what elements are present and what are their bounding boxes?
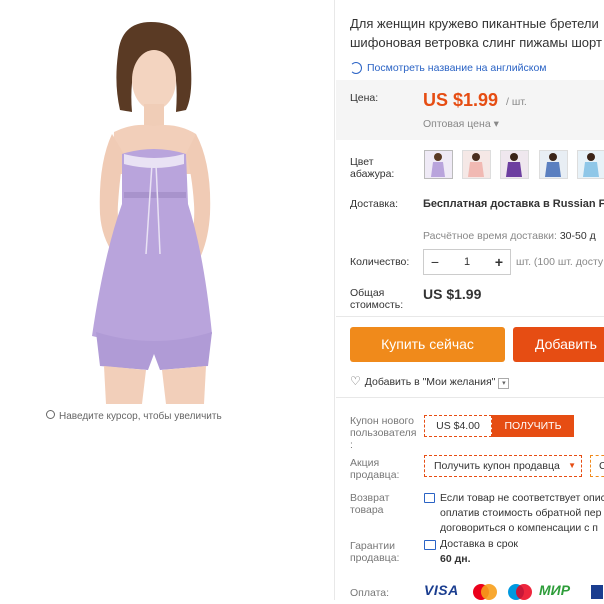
quantity-stepper: − 1 + — [423, 249, 511, 275]
maestro-icon — [505, 583, 535, 601]
color-swatch-violet[interactable] — [500, 150, 529, 179]
get-coupon-button[interactable]: ПОЛУЧИТЬ — [492, 415, 574, 437]
color-swatch-light-blue[interactable] — [577, 150, 604, 179]
buy-now-button[interactable]: Купить сейчас — [350, 327, 505, 362]
seller-coupon-extra[interactable]: С — [590, 455, 604, 477]
returns-icon — [424, 493, 435, 503]
payment-more-icon — [590, 583, 604, 601]
quantity-increase-button[interactable]: + — [488, 250, 510, 274]
visa-icon: VISA — [424, 582, 459, 598]
zoom-hint: Наведите курсор, чтобы увеличить — [46, 410, 222, 422]
get-seller-coupon-button[interactable]: Получить купон продавца ▼ — [424, 455, 582, 477]
chevron-down-icon[interactable]: ▾ — [498, 378, 510, 389]
wholesale-price-link[interactable]: Оптовая цена ▾ — [423, 118, 499, 130]
guarantee-label: Гарантии продавца: — [350, 540, 400, 564]
total-price: US $1.99 — [423, 286, 482, 302]
payment-label: Оплата: — [350, 587, 390, 599]
product-image[interactable] — [26, 14, 268, 404]
price-label: Цена: — [350, 92, 379, 104]
color-swatch-blue[interactable] — [539, 150, 568, 179]
color-swatch-purple[interactable] — [424, 150, 453, 179]
caret-down-icon: ▼ — [568, 461, 576, 470]
guarantee-text: Доставка в срок — [440, 538, 519, 550]
guarantee-days: 60 дн. — [440, 553, 471, 565]
total-label: Общая стоимость: — [350, 287, 404, 311]
heart-icon: ♡ — [350, 374, 361, 388]
product-title: Для женщин кружево пикантные бретели шиф… — [350, 16, 602, 50]
translate-icon — [350, 62, 362, 74]
delivery-guarantee-icon — [424, 540, 436, 550]
quantity-input[interactable]: 1 — [446, 250, 488, 274]
new-user-coupon-label: Купон нового пользователя : — [350, 415, 417, 451]
price-unit: / шт. — [506, 96, 527, 108]
add-to-wishlist[interactable]: ♡ Добавить в "Мои желания" ▾ — [350, 374, 510, 389]
returns-label: Возврат товара — [350, 492, 390, 516]
translate-title-link[interactable]: Посмотреть название на английском — [350, 62, 547, 74]
divider — [336, 397, 604, 398]
price-value: US $1.99 — [423, 90, 499, 110]
quantity-label: Количество: — [350, 256, 410, 268]
divider — [336, 316, 604, 317]
add-to-cart-button[interactable]: Добавить — [513, 327, 604, 362]
delivery-time: Расчётное время доставки: 30-50 д — [423, 230, 596, 242]
new-user-coupon-amount: US $4.00 — [424, 415, 492, 437]
mastercard-icon — [470, 583, 500, 601]
quantity-decrease-button[interactable]: − — [424, 250, 446, 274]
returns-policy-text: Если товар не соответствует опис оплатив… — [440, 492, 604, 534]
shipping-method[interactable]: Бесплатная доставка в Russian Fec — [423, 198, 604, 210]
seller-promo-label: Акция продавца: — [350, 457, 400, 481]
shipping-label: Доставка: — [350, 198, 399, 210]
quantity-available: шт. (100 шт. досту — [516, 256, 604, 268]
column-divider — [334, 0, 335, 600]
mir-icon: МИР — [539, 582, 571, 598]
color-label: Цвет абажура: — [350, 156, 395, 180]
magnifier-icon — [46, 410, 55, 419]
color-swatch-pink[interactable] — [462, 150, 491, 179]
